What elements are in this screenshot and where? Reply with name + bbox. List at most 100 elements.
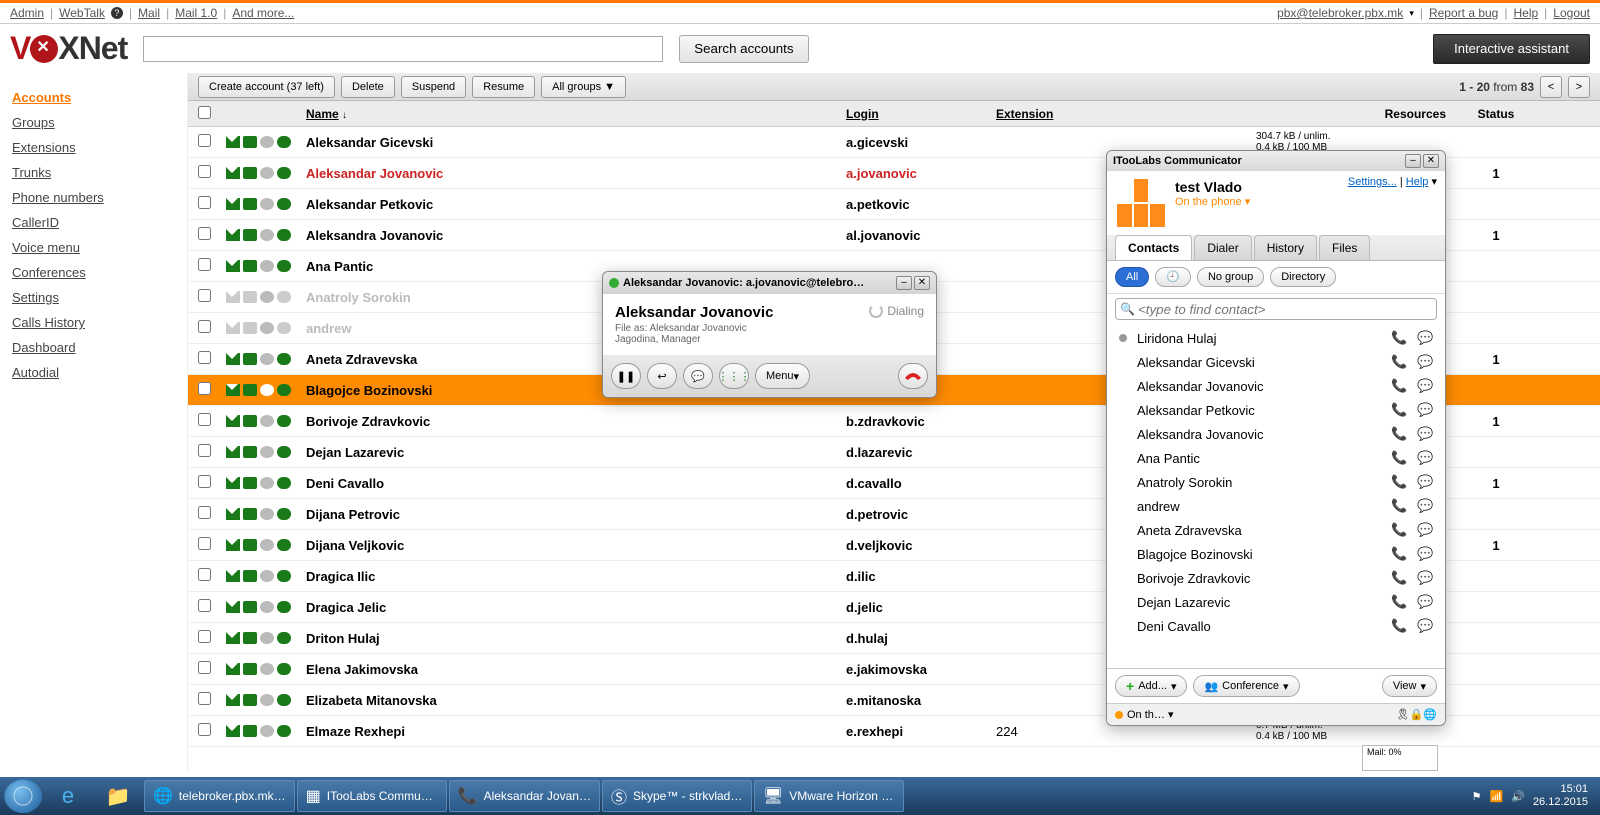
assistant-button[interactable]: Interactive assistant [1433, 34, 1590, 64]
call-icon[interactable]: 📞 [1391, 474, 1407, 490]
topbar-webtalk[interactable]: WebTalk [59, 6, 105, 20]
taskbar-task[interactable]: 🌐telebroker.pbx.mk… [144, 780, 295, 812]
chat-icon[interactable]: 💬 [1417, 546, 1433, 562]
menu-button[interactable]: Menu ▾ [755, 363, 810, 389]
row-checkbox[interactable] [198, 165, 211, 178]
row-name[interactable]: Aleksandar Petkovic [306, 197, 846, 212]
comm-status[interactable]: On the phone ▾ [1175, 195, 1250, 208]
row-checkbox[interactable] [198, 723, 211, 736]
add-button[interactable]: +Add... ▾ [1115, 675, 1187, 697]
chat-icon[interactable]: 💬 [1417, 570, 1433, 586]
call-titlebar[interactable]: Aleksandar Jovanovic: a.jovanovic@telebr… [603, 272, 936, 294]
sidebar-item-dashboard[interactable]: Dashboard [12, 335, 187, 360]
contact-item[interactable]: Aleksandar Gicevski 📞 💬 [1107, 350, 1445, 374]
row-name[interactable]: Dijana Petrovic [306, 507, 846, 522]
row-checkbox[interactable] [198, 444, 211, 457]
sidebar-item-conferences[interactable]: Conferences [12, 260, 187, 285]
pause-button[interactable]: ❚❚ [611, 363, 641, 389]
minimize-button[interactable]: – [896, 276, 912, 290]
comm-minimize-button[interactable]: – [1405, 154, 1421, 168]
tab-contacts[interactable]: Contacts [1115, 235, 1192, 260]
row-checkbox[interactable] [198, 320, 211, 333]
sidebar-item-trunks[interactable]: Trunks [12, 160, 187, 185]
hangup-button[interactable] [898, 363, 928, 389]
chat-icon[interactable]: 💬 [1417, 378, 1433, 394]
chat-icon[interactable]: 💬 [1417, 522, 1433, 538]
call-icon[interactable]: 📞 [1391, 546, 1407, 562]
groups-dropdown[interactable]: All groups ▼ [541, 76, 626, 98]
chat-icon[interactable]: 💬 [1417, 594, 1433, 610]
contact-item[interactable]: Aleksandra Jovanovic 📞 💬 [1107, 422, 1445, 446]
tray-volume-icon[interactable]: 🔊 [1511, 790, 1525, 803]
footer-status-dropdown[interactable]: On th… ▾ [1127, 708, 1173, 721]
sidebar-item-settings[interactable]: Settings [12, 285, 187, 310]
call-icon[interactable]: 📞 [1391, 522, 1407, 538]
contact-item[interactable]: Liridona Hulaj 📞 💬 [1107, 326, 1445, 350]
col-extension[interactable]: Extension [996, 107, 1053, 121]
view-button[interactable]: View ▾ [1382, 675, 1437, 697]
row-name[interactable]: Driton Hulaj [306, 631, 846, 646]
start-button[interactable] [4, 779, 42, 813]
select-all-checkbox[interactable] [198, 106, 211, 119]
row-name[interactable]: Aleksandra Jovanovic [306, 228, 846, 243]
filter-all[interactable]: All [1115, 267, 1149, 287]
filter-directory[interactable]: Directory [1270, 267, 1336, 287]
row-name[interactable]: Aleksandar Jovanovic [306, 166, 846, 181]
call-icon[interactable]: 📞 [1391, 354, 1407, 370]
sidebar-item-autodial[interactable]: Autodial [12, 360, 187, 385]
row-name[interactable]: Dragica Ilic [306, 569, 846, 584]
row-checkbox[interactable] [198, 630, 211, 643]
contact-item[interactable]: Aleksandar Petkovic 📞 💬 [1107, 398, 1445, 422]
call-icon[interactable]: 📞 [1391, 618, 1407, 634]
chevron-down-icon[interactable]: ▾ [1409, 8, 1414, 19]
create-account-button[interactable]: Create account (37 left) [198, 76, 335, 98]
contact-item[interactable]: Borivoje Zdravkovic 📞 💬 [1107, 566, 1445, 590]
row-name[interactable]: Borivoje Zdravkovic [306, 414, 846, 429]
row-name[interactable]: Dijana Veljkovic [306, 538, 846, 553]
chat-icon[interactable]: 💬 [1417, 450, 1433, 466]
sidebar-item-calls-history[interactable]: Calls History [12, 310, 187, 335]
call-icon[interactable]: 📞 [1391, 498, 1407, 514]
close-button[interactable]: ✕ [914, 276, 930, 290]
contact-item[interactable]: andrew 📞 💬 [1107, 494, 1445, 518]
contact-item[interactable]: Anatroly Sorokin 📞 💬 [1107, 470, 1445, 494]
filter-recent[interactable]: 🕘 [1155, 267, 1191, 287]
sidebar-item-accounts[interactable]: Accounts [12, 85, 187, 110]
row-name[interactable]: Elizabeta Mitanovska [306, 693, 846, 708]
chat-icon[interactable]: 💬 [1417, 354, 1433, 370]
chat-icon[interactable]: 💬 [1417, 402, 1433, 418]
contact-item[interactable]: Ana Pantic 📞 💬 [1107, 446, 1445, 470]
row-checkbox[interactable] [198, 599, 211, 612]
col-login[interactable]: Login [846, 107, 879, 121]
contact-item[interactable]: Aleksandar Jovanovic 📞 💬 [1107, 374, 1445, 398]
topbar-admin[interactable]: Admin [10, 6, 44, 20]
row-checkbox[interactable] [198, 196, 211, 209]
call-icon[interactable]: 📞 [1391, 450, 1407, 466]
resume-button[interactable]: Resume [472, 76, 535, 98]
topbar-user[interactable]: pbx@telebroker.pbx.mk [1277, 6, 1403, 20]
topbar-mail10[interactable]: Mail 1.0 [175, 6, 217, 20]
chat-icon[interactable]: 💬 [1417, 474, 1433, 490]
sidebar-item-callerid[interactable]: CallerID [12, 210, 187, 235]
row-name[interactable]: Elmaze Rexhepi [306, 724, 846, 739]
tab-files[interactable]: Files [1319, 235, 1370, 260]
contact-item[interactable]: Deni Cavallo 📞 💬 [1107, 614, 1445, 638]
comm-settings-link[interactable]: Settings... [1348, 176, 1397, 188]
contact-item[interactable]: Aneta Zdravevska 📞 💬 [1107, 518, 1445, 542]
row-checkbox[interactable] [198, 382, 211, 395]
comm-close-button[interactable]: ✕ [1423, 154, 1439, 168]
comm-help-link[interactable]: Help [1406, 176, 1429, 188]
search-button[interactable]: Search accounts [679, 35, 808, 63]
tab-history[interactable]: History [1254, 235, 1317, 260]
contact-item[interactable]: Dejan Lazarevic 📞 💬 [1107, 590, 1445, 614]
comm-titlebar[interactable]: ITooLabs Communicator – ✕ [1107, 151, 1445, 171]
taskbar-task[interactable]: ▦ITooLabs Commu… [297, 780, 447, 812]
row-name[interactable]: Elena Jakimovska [306, 662, 846, 677]
row-checkbox[interactable] [198, 351, 211, 364]
tab-dialer[interactable]: Dialer [1194, 235, 1251, 260]
row-checkbox[interactable] [198, 537, 211, 550]
suspend-button[interactable]: Suspend [401, 76, 466, 98]
search-input[interactable] [143, 36, 663, 62]
pager-next[interactable]: > [1568, 76, 1590, 98]
row-name[interactable]: Dejan Lazarevic [306, 445, 846, 460]
